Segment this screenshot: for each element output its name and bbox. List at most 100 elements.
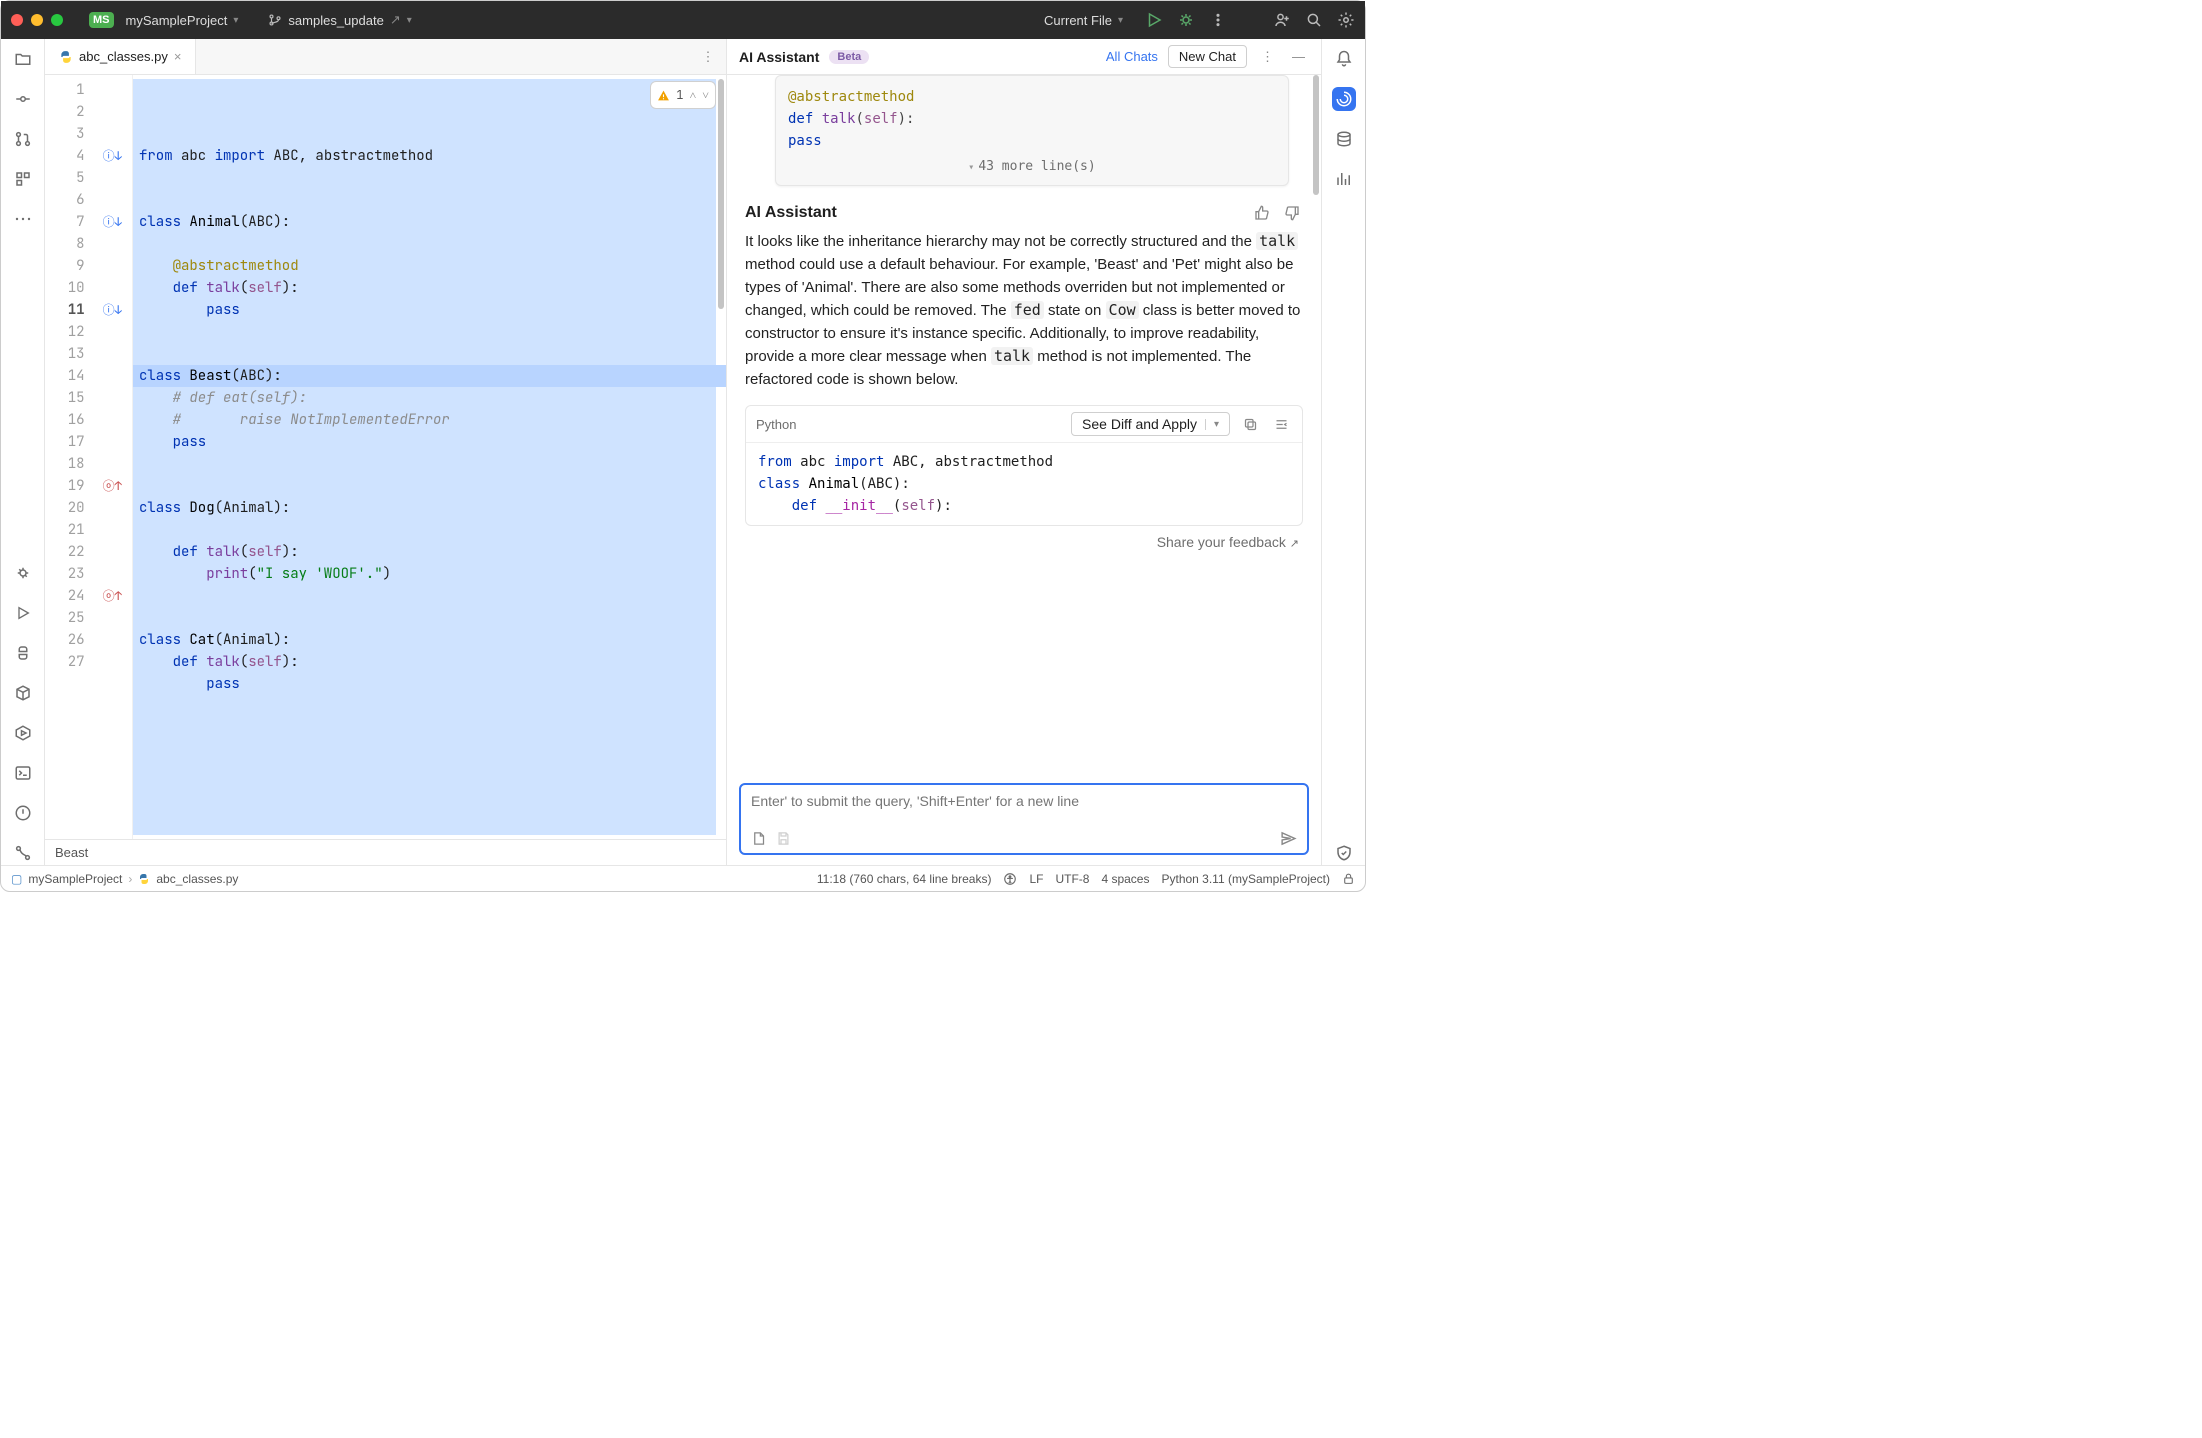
code-editor[interactable]: 1 ˄ ˅ 1234567891011121314151617181920212…: [45, 75, 726, 839]
ai-assistant-tool-icon[interactable]: [1332, 87, 1356, 111]
left-tool-rail: [1, 39, 45, 865]
run-config-label: Current File: [1044, 13, 1112, 28]
implements-icon[interactable]: ⓘ↓: [103, 299, 122, 321]
chevron-down-icon: ▾: [407, 15, 412, 26]
line-separator[interactable]: LF: [1029, 872, 1043, 886]
ai-assistant-panel: AI Assistant Beta All Chats New Chat ⋮ —…: [727, 39, 1321, 865]
implements-icon[interactable]: ⓘ↓: [103, 211, 122, 233]
line-numbers: 1234567891011121314151617181920212223242…: [45, 75, 93, 839]
caret-position[interactable]: 11:18 (760 chars, 64 line breaks): [817, 872, 992, 886]
commit-tool-icon[interactable]: [11, 87, 35, 111]
services-tool-icon[interactable]: [11, 721, 35, 745]
database-tool-icon[interactable]: [1332, 127, 1356, 151]
warning-icon: [657, 89, 670, 102]
title-bar: MS mySampleProject ▾ samples_update ↗ ▾ …: [1, 1, 1365, 39]
chevron-down-icon: ▾: [968, 162, 974, 173]
arrow-up-right-icon: ↗: [1290, 538, 1299, 550]
navbar-breadcrumb[interactable]: ▢ mySampleProject › abc_classes.py: [11, 872, 238, 886]
project-tool-icon[interactable]: [11, 47, 35, 71]
share-feedback-link[interactable]: Share your feedback ↗: [745, 526, 1303, 550]
assistant-message-header: AI Assistant: [745, 204, 1303, 222]
expand-code-link[interactable]: ▾43 more line(s): [788, 152, 1276, 179]
tab-menu-icon[interactable]: ⋮: [690, 39, 726, 74]
branch-name: samples_update: [288, 13, 383, 28]
thumbs-down-icon[interactable]: [1281, 205, 1303, 221]
code-with-me-icon[interactable]: [1273, 11, 1291, 29]
debug-button[interactable]: [1177, 11, 1195, 29]
accessibility-icon[interactable]: [1003, 872, 1017, 886]
assistant-message-body: It looks like the inheritance hierarchy …: [745, 230, 1303, 391]
settings-icon[interactable]: [1337, 11, 1355, 29]
debug-tool-icon[interactable]: [11, 561, 35, 585]
chevron-down-icon: ▾: [1118, 15, 1123, 26]
pull-requests-icon[interactable]: [11, 127, 35, 151]
problems-tool-icon[interactable]: [11, 801, 35, 825]
gutter-icons: ⓘ↓ ⓘ↓ ⓘ↓ ⓞ↑ ⓞ↑: [93, 75, 133, 839]
assistant-input-box[interactable]: [739, 783, 1309, 855]
breadcrumb-item: Beast: [55, 845, 88, 860]
project-selector[interactable]: MS mySampleProject ▾: [81, 8, 246, 32]
assistant-input[interactable]: [751, 793, 1297, 827]
editor-area: abc_classes.py × ⋮ 1 ˄ ˅ 123456789101112…: [45, 39, 727, 865]
all-chats-link[interactable]: All Chats: [1106, 49, 1158, 64]
assistant-title: AI Assistant: [739, 49, 819, 65]
run-config-selector[interactable]: Current File ▾: [1036, 9, 1131, 32]
prev-highlight-icon[interactable]: ˄: [689, 84, 696, 106]
more-actions-icon[interactable]: [1209, 11, 1227, 29]
tab-filename: abc_classes.py: [79, 49, 168, 64]
search-icon[interactable]: [1305, 11, 1323, 29]
overrides-icon[interactable]: ⓞ↑: [103, 585, 122, 607]
send-message-icon[interactable]: [1280, 830, 1297, 847]
maximize-window-icon[interactable]: [51, 14, 63, 26]
close-window-icon[interactable]: [11, 14, 23, 26]
endpoints-tool-icon[interactable]: [1332, 167, 1356, 191]
structure-tool-icon[interactable]: [11, 167, 35, 191]
shield-tool-icon[interactable]: [1332, 841, 1356, 865]
see-diff-apply-button[interactable]: See Diff and Apply ▾: [1071, 412, 1230, 436]
insert-code-icon[interactable]: [1271, 417, 1292, 432]
implements-icon[interactable]: ⓘ↓: [103, 145, 122, 167]
code-suggestion-body: from abc import ABC, abstractmethodclass…: [746, 443, 1302, 525]
git-branch-selector[interactable]: samples_update ↗ ▾: [260, 8, 419, 32]
python-packages-icon[interactable]: [11, 681, 35, 705]
notifications-icon[interactable]: [1332, 47, 1356, 71]
assistant-chat-body[interactable]: @abstractmethod def talk(self): pass ▾43…: [727, 75, 1321, 775]
python-console-icon[interactable]: [11, 641, 35, 665]
assistant-scrollbar[interactable]: [1313, 75, 1319, 195]
python-interpreter[interactable]: Python 3.11 (mySampleProject): [1161, 872, 1330, 886]
minimize-panel-icon[interactable]: —: [1288, 49, 1309, 64]
copy-code-icon[interactable]: [1240, 417, 1261, 432]
overrides-icon[interactable]: ⓞ↑: [103, 475, 122, 497]
next-highlight-icon[interactable]: ˅: [702, 84, 709, 106]
minimize-window-icon[interactable]: [31, 14, 43, 26]
new-chat-button[interactable]: New Chat: [1168, 45, 1247, 68]
editor-breadcrumb[interactable]: Beast: [45, 839, 726, 865]
python-file-icon: [138, 873, 150, 885]
close-tab-icon[interactable]: ×: [174, 49, 182, 64]
arrow-up-right-icon: ↗: [390, 12, 401, 28]
more-tools-icon[interactable]: [11, 207, 35, 231]
editor-tab-bar: abc_classes.py × ⋮: [45, 39, 726, 75]
attach-context-icon[interactable]: [751, 831, 766, 846]
editor-scrollbar[interactable]: [718, 79, 724, 309]
editor-tab[interactable]: abc_classes.py ×: [45, 39, 196, 74]
vcs-tool-icon[interactable]: [11, 841, 35, 865]
terminal-tool-icon[interactable]: [11, 761, 35, 785]
assistant-header: AI Assistant Beta All Chats New Chat ⋮ —: [727, 39, 1321, 75]
chevron-down-icon[interactable]: ▾: [1205, 419, 1219, 430]
save-prompt-icon[interactable]: [776, 831, 791, 846]
run-button[interactable]: [1145, 11, 1163, 29]
thumbs-up-icon[interactable]: [1251, 205, 1273, 221]
sender-name: AI Assistant: [745, 204, 837, 222]
file-encoding[interactable]: UTF-8: [1055, 872, 1089, 886]
chevron-down-icon: ▾: [233, 15, 238, 26]
code-content[interactable]: from abc import ABC, abstractmethodclass…: [133, 75, 726, 839]
run-tool-icon[interactable]: [11, 601, 35, 625]
window-controls: [11, 14, 63, 26]
beta-badge: Beta: [829, 50, 869, 64]
previous-code-snippet: @abstractmethod def talk(self): pass ▾43…: [775, 75, 1289, 186]
readonly-lock-icon[interactable]: [1342, 872, 1355, 885]
assistant-menu-icon[interactable]: ⋮: [1257, 49, 1278, 65]
indent-settings[interactable]: 4 spaces: [1101, 872, 1149, 886]
inspection-badge[interactable]: 1 ˄ ˅: [650, 81, 716, 109]
